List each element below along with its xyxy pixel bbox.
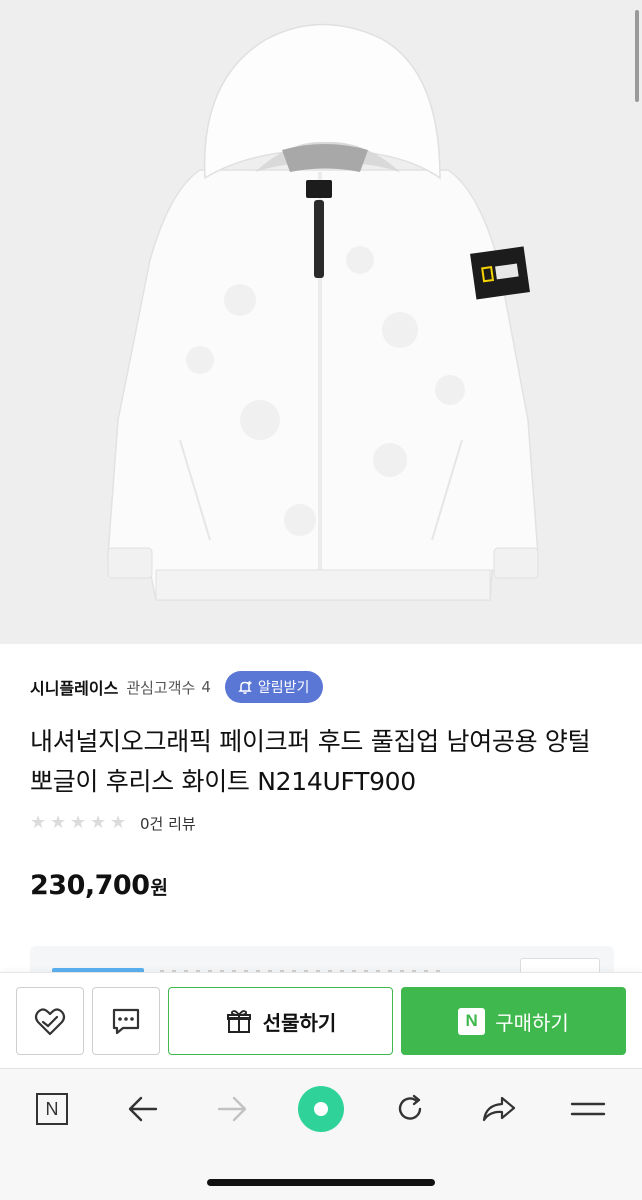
price-row: 230,700 원 xyxy=(30,870,168,901)
home-label: N xyxy=(45,1098,59,1119)
star-icon: ★ xyxy=(70,812,87,833)
hoodie-illustration xyxy=(0,0,642,644)
chat-button[interactable] xyxy=(92,987,160,1055)
gift-icon xyxy=(226,1010,251,1033)
star-icon: ★ xyxy=(90,812,107,833)
seller-row: 시니플레이스 관심고객수 4 알림받기 xyxy=(30,670,324,704)
home-indicator[interactable] xyxy=(207,1179,435,1186)
naver-home-icon: N xyxy=(36,1093,68,1125)
star-icon: ★ xyxy=(110,812,127,833)
review-row[interactable]: ★ ★ ★ ★ ★ 0건 리뷰 xyxy=(30,808,196,838)
green-dot-button[interactable] xyxy=(291,1086,351,1132)
share-button[interactable] xyxy=(469,1087,529,1131)
interest-count: 4 xyxy=(201,678,211,696)
star-icon: ★ xyxy=(30,812,47,833)
purchase-bar: 선물하기 N 구매하기 xyxy=(0,972,642,1068)
refresh-icon xyxy=(398,1094,422,1120)
scroll-indicator[interactable] xyxy=(635,10,639,102)
notify-label: 알림받기 xyxy=(257,680,310,696)
gift-label: 선물하기 xyxy=(262,1010,337,1035)
buy-label: 구매하기 xyxy=(495,1010,569,1035)
back-button[interactable] xyxy=(113,1087,173,1131)
back-arrow-icon xyxy=(128,1096,158,1122)
naver-pay-icon: N xyxy=(458,1007,486,1035)
heart-check-icon xyxy=(34,1008,66,1036)
home-button[interactable]: N xyxy=(22,1087,82,1131)
seller-name[interactable]: 시니플레이스 xyxy=(30,675,118,699)
brand-patch xyxy=(470,246,530,300)
notify-button[interactable]: 알림받기 xyxy=(224,671,324,703)
price-value: 230,700 xyxy=(30,870,150,901)
menu-icon xyxy=(570,1102,606,1116)
price-unit: 원 xyxy=(150,877,168,899)
browser-toolbar: N xyxy=(0,1068,642,1200)
bell-plus-icon xyxy=(238,681,252,694)
gift-button[interactable]: 선물하기 xyxy=(168,987,393,1055)
rating-stars: ★ ★ ★ ★ ★ xyxy=(30,814,128,832)
chat-bubble-icon xyxy=(112,1008,140,1035)
review-count[interactable]: 0건 리뷰 xyxy=(140,813,196,834)
refresh-button[interactable] xyxy=(380,1087,440,1131)
forward-arrow-icon xyxy=(217,1096,247,1122)
menu-button[interactable] xyxy=(558,1087,618,1131)
share-icon xyxy=(482,1096,516,1122)
buy-button[interactable]: N 구매하기 xyxy=(401,987,626,1055)
star-icon: ★ xyxy=(50,812,67,833)
forward-button[interactable] xyxy=(202,1087,262,1131)
green-dot-icon xyxy=(298,1086,344,1132)
product-title: 내셔널지오그래픽 페이크퍼 후드 풀집업 남여공용 양털 뽀글이 후리스 화이트… xyxy=(30,727,591,796)
wish-button[interactable] xyxy=(16,987,84,1055)
interest-label: 관심고객수 xyxy=(126,678,196,697)
product-image[interactable] xyxy=(0,0,642,644)
